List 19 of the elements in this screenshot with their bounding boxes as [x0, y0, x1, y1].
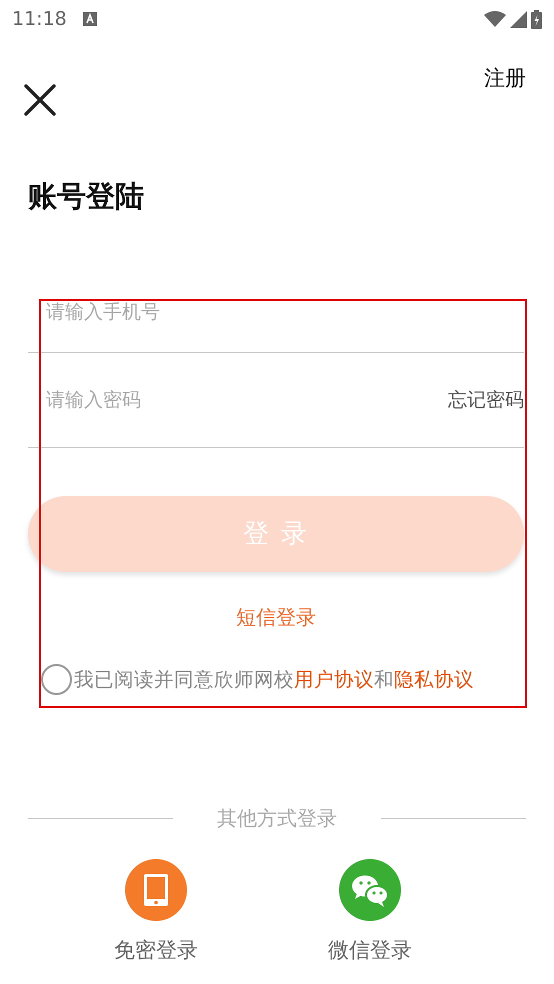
- agreement-checkbox[interactable]: [41, 664, 72, 695]
- register-link[interactable]: 注册: [484, 63, 526, 94]
- battery-icon: [531, 10, 542, 28]
- close-button[interactable]: [24, 84, 56, 116]
- passwordless-login-button[interactable]: 免密登录: [49, 859, 263, 966]
- signal-icon: [510, 10, 527, 28]
- page-title: 账号登陆: [28, 178, 145, 214]
- wechat-login-button[interactable]: 微信登录: [263, 859, 477, 966]
- agreement-text: 我已阅读并同意欣师网校用户协议和隐私协议: [74, 666, 474, 693]
- user-agreement-link[interactable]: 用户协议: [294, 668, 374, 691]
- wifi-icon: [484, 11, 506, 27]
- notification-icon: [82, 12, 97, 26]
- status-time: 11:18: [12, 6, 67, 32]
- phone-field[interactable]: 请输入手机号: [46, 298, 524, 326]
- privacy-policy-link[interactable]: 隐私协议: [394, 668, 474, 691]
- password-field[interactable]: 请输入密码: [46, 386, 448, 414]
- forgot-password-link[interactable]: 忘记密码: [448, 386, 524, 414]
- other-login-heading: 其他方式登录: [216, 805, 338, 832]
- sms-login-link[interactable]: 短信登录: [236, 602, 316, 632]
